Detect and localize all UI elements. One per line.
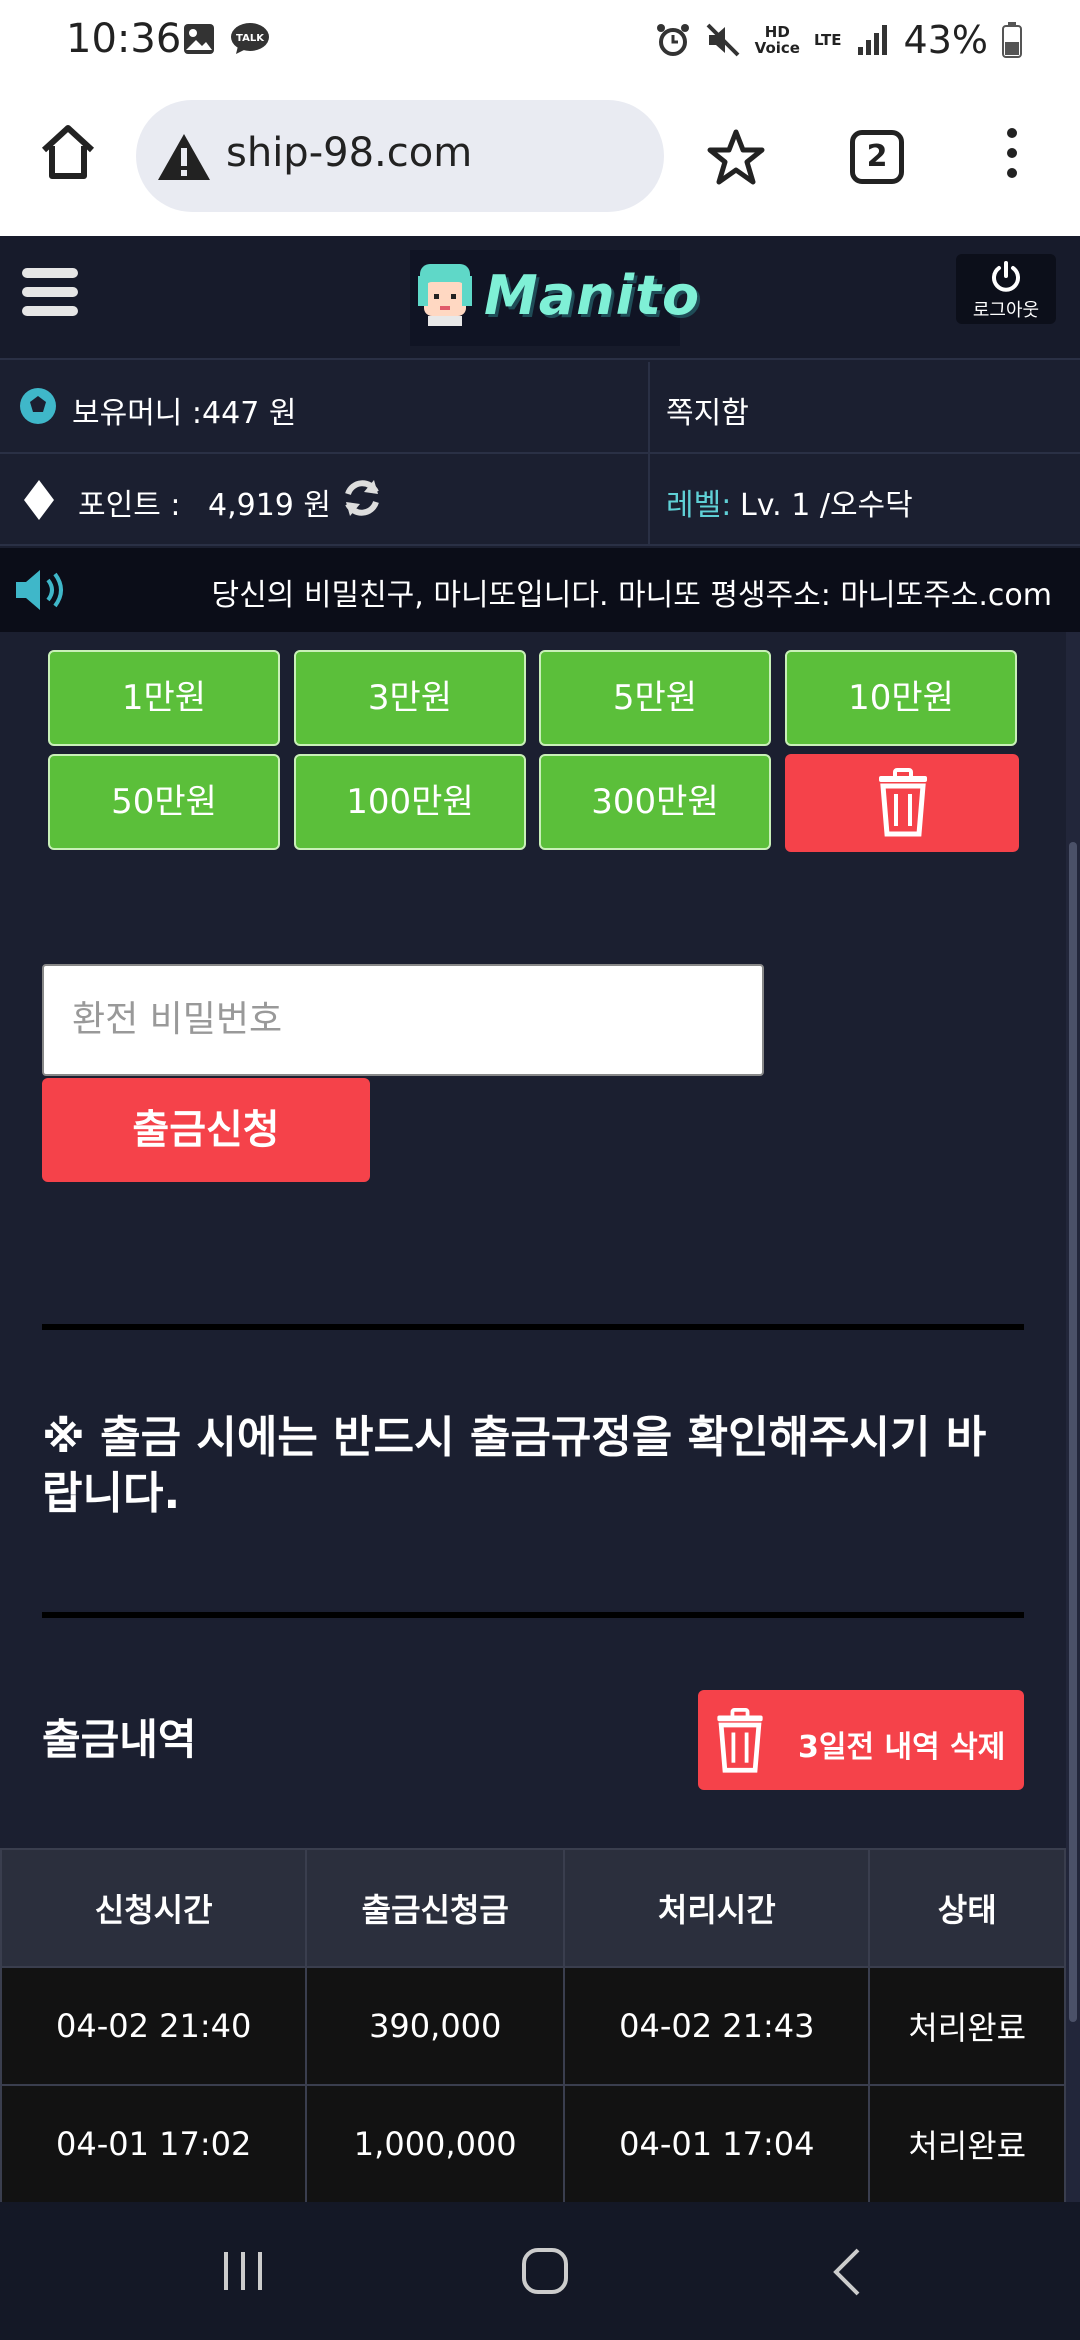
process-time-cell: 04-02 21:43 xyxy=(563,1966,871,2086)
amount-cell: 390,000 xyxy=(305,1966,566,2086)
page-scrollbar[interactable] xyxy=(1066,632,1080,2202)
signal-icon xyxy=(857,25,887,55)
delete-history-button[interactable]: 3일전 내역 삭제 xyxy=(698,1690,1024,1790)
marquee-text: 당신의 비밀친구, 마니또입니다. 마니또 평생주소: 마니또주소.com xyxy=(211,578,1052,613)
mute-icon xyxy=(706,23,740,57)
divider xyxy=(42,1324,1024,1330)
hd-voice-indicator: HD Voice xyxy=(754,23,800,57)
site-logo[interactable]: Manito xyxy=(410,250,699,346)
tab-switcher-button[interactable]: 2 xyxy=(850,130,904,184)
column-header-request-time: 신청시간 xyxy=(0,1848,308,1968)
points-cell: 포인트 : 4,919 원 xyxy=(0,454,650,546)
column-header-status: 상태 xyxy=(868,1848,1066,1968)
kakaotalk-icon: TALK xyxy=(231,23,269,54)
level-value: Lv. 1 /오수닥 xyxy=(740,488,913,523)
system-back-icon[interactable] xyxy=(830,2246,864,2298)
withdrawal-notice: ※ 출금 시에는 반드시 출금규정을 확인해주시기 바랍니다. xyxy=(42,1412,987,1519)
amount-button-100k[interactable]: 10만원 xyxy=(785,650,1017,746)
recent-apps-icon[interactable] xyxy=(220,2250,266,2292)
system-navigation-bar xyxy=(0,2202,1080,2340)
svg-text:TALK: TALK xyxy=(236,33,265,44)
message-label[interactable]: 쪽지함 xyxy=(666,388,749,432)
info-row-points: 포인트 : 4,919 원 레벨: Lv. 1 /오수닥 xyxy=(0,454,1080,546)
history-title: 출금내역 xyxy=(42,1715,197,1764)
money-cell: 보유머니 :447 원 xyxy=(0,362,650,454)
amount-button-1m[interactable]: 100만원 xyxy=(294,754,526,850)
message-box-link[interactable]: 쪽지함 xyxy=(652,362,1080,454)
point-label: 포인트 : xyxy=(78,488,181,523)
column-header-process-time: 처리시간 xyxy=(563,1848,871,1968)
amount-cell: 1,000,000 xyxy=(305,2084,566,2204)
withdraw-request-button[interactable]: 출금신청 xyxy=(42,1078,370,1182)
menu-hamburger-icon[interactable] xyxy=(22,268,78,320)
delete-history-label: 3일전 내역 삭제 xyxy=(798,1730,1006,1765)
info-row-money: 보유머니 :447 원 쪽지함 xyxy=(0,362,1080,454)
table-row: 04-02 21:40 390,000 04-02 21:43 처리완료 xyxy=(0,1966,1066,2086)
amount-button-10k[interactable]: 1만원 xyxy=(48,650,280,746)
system-home-icon[interactable] xyxy=(520,2246,570,2296)
diamond-icon xyxy=(24,480,54,520)
more-options-icon[interactable] xyxy=(1000,128,1024,188)
table-row: 04-01 17:02 1,000,000 04-01 17:04 처리완료 xyxy=(0,2084,1066,2204)
withdrawal-history-table: 신청시간 출금신청금 처리시간 상태 04-02 21:40 390,000 0… xyxy=(0,1848,1066,2204)
battery-percent: 43% xyxy=(903,18,988,62)
table-header-row: 신청시간 출금신청금 처리시간 상태 xyxy=(0,1848,1066,1968)
logo-text: Manito xyxy=(484,264,701,327)
amount-button-30k[interactable]: 3만원 xyxy=(294,650,526,746)
site-header: Manito 로그아웃 xyxy=(0,236,1080,360)
amount-button-3m[interactable]: 300만원 xyxy=(539,754,771,850)
alarm-icon xyxy=(656,24,689,56)
announcement-marquee: 당신의 비밀친구, 마니또입니다. 마니또 평생주소: 마니또주소.com xyxy=(0,548,1080,632)
amount-button-50k[interactable]: 5만원 xyxy=(539,650,771,746)
gallery-icon xyxy=(184,24,214,54)
speaker-icon xyxy=(16,570,63,610)
amount-button-500k[interactable]: 50만원 xyxy=(48,754,280,850)
bookmark-star-icon[interactable] xyxy=(706,128,766,186)
level-label: 레벨: xyxy=(666,488,732,523)
status-cell: 처리완료 xyxy=(868,1966,1066,2086)
request-time-cell: 04-01 17:02 xyxy=(0,2084,308,2204)
soccer-ball-icon xyxy=(20,388,56,424)
request-time-cell: 04-02 21:40 xyxy=(0,1966,308,2086)
logout-label: 로그아웃 xyxy=(972,300,1040,321)
url-bar[interactable]: ship-98.com xyxy=(136,100,664,212)
lte-indicator: LTE xyxy=(813,31,842,49)
exchange-password-input[interactable]: 환전 비밀번호 xyxy=(42,964,764,1076)
trash-icon xyxy=(879,768,927,837)
scrollbar-thumb[interactable] xyxy=(1069,842,1077,2022)
battery-icon xyxy=(1002,22,1022,58)
status-bar: 10:36 TALK HD Voice LTE 43% xyxy=(0,0,1080,84)
logo-mascot-icon xyxy=(418,264,472,326)
money-label: 보유머니 :447 원 xyxy=(72,396,297,431)
level-cell: 레벨: Lv. 1 /오수닥 xyxy=(652,454,1080,546)
column-header-amount: 출금신청금 xyxy=(305,1848,566,1968)
url-text[interactable]: ship-98.com xyxy=(226,130,472,176)
status-cell: 처리완료 xyxy=(868,2084,1066,2204)
logout-button[interactable]: 로그아웃 xyxy=(956,254,1056,324)
browser-home-icon[interactable] xyxy=(36,120,100,184)
trash-icon xyxy=(717,1708,763,1773)
point-value: 4,919 원 xyxy=(208,488,332,523)
clear-amount-button[interactable] xyxy=(785,754,1019,852)
status-time: 10:36 xyxy=(66,16,182,62)
not-secure-warning-icon[interactable] xyxy=(156,132,212,182)
divider xyxy=(42,1612,1024,1618)
refresh-icon[interactable] xyxy=(338,474,386,522)
process-time-cell: 04-01 17:04 xyxy=(563,2084,871,2204)
browser-toolbar: ship-98.com 2 xyxy=(0,84,1080,236)
power-icon xyxy=(992,261,1020,292)
